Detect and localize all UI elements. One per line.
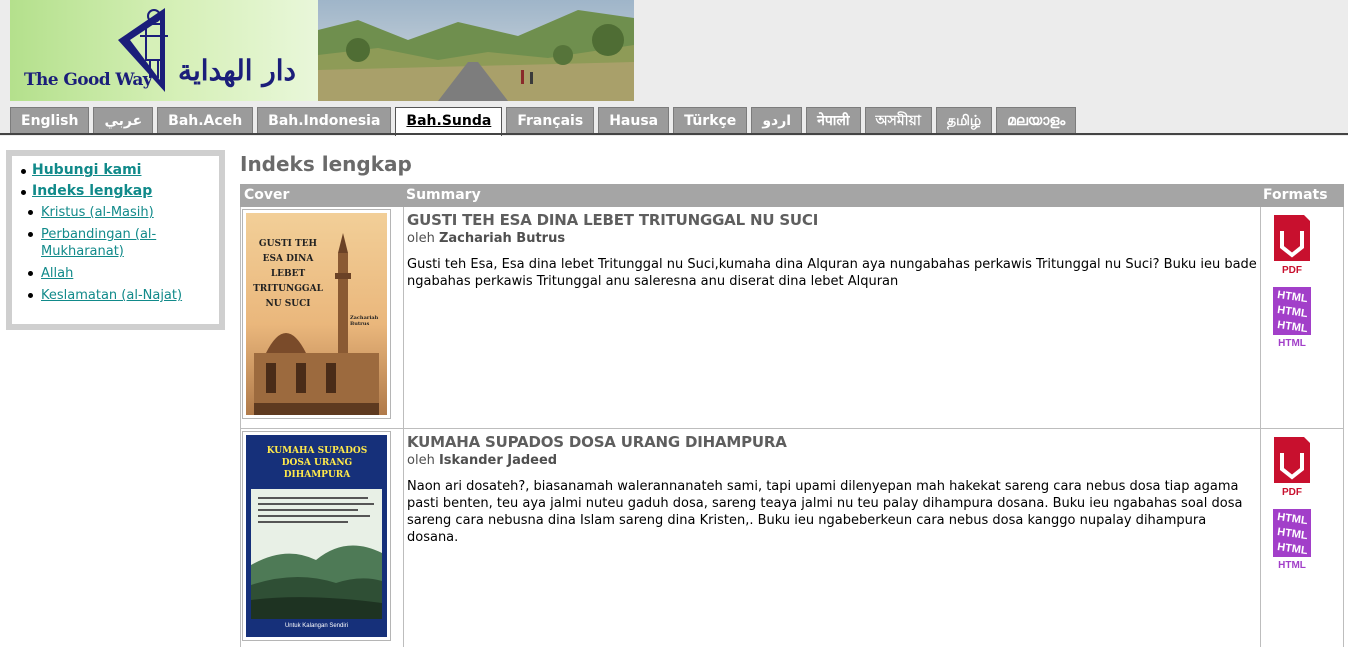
pdf-download-link[interactable]: PDF <box>1272 437 1312 503</box>
tab-nepali[interactable]: नेपाली <box>806 107 861 134</box>
byline-label: oleh <box>407 453 435 468</box>
cover-author-text: Zachariah Butrus <box>350 315 379 327</box>
cover-cell: GUSTI TEH ESA DINA LEBET TRITUNGGAL NU S… <box>241 207 404 428</box>
table-row: GUSTI TEH ESA DINA LEBET TRITUNGGAL NU S… <box>240 207 1344 429</box>
book-description: Gusti teh Esa, Esa dina lebet Tritunggal… <box>407 257 1257 289</box>
formats-cell: PDF HTML HTML HTML HTML <box>1260 207 1344 428</box>
cover-footer-text: Untuk Kalangan Sendiri <box>284 623 349 629</box>
table-row: KUMAHA SUPADOS DOSA URANG DIHAMPURA Untu… <box>240 429 1344 647</box>
sidebar-item-contact: Hubungi kami <box>18 162 213 178</box>
sidebar-link-perbandingan[interactable]: Perbandingan (al-Mukharanat) <box>41 227 156 259</box>
html-label: HTML <box>1278 338 1306 349</box>
logo-text-english: The Good Way <box>24 70 153 90</box>
header-divider <box>0 133 1348 135</box>
book-title[interactable]: KUMAHA SUPADOS DOSA URANG DIHAMPURA <box>407 433 1257 451</box>
html-file-icon: HTML HTML HTML HTML <box>1273 509 1311 571</box>
tab-tamil[interactable]: தமிழ் <box>936 107 993 134</box>
pdf-label: PDF <box>1282 265 1302 276</box>
column-header-cover: Cover <box>244 187 290 203</box>
book-table: Cover Summary Formats GUSTI TEH ESA DINA… <box>240 184 1344 647</box>
sidebar-subitem-keslamatan: Keslamatan (al-Najat) <box>18 287 213 304</box>
tab-malayalam[interactable]: മലയാളം <box>996 107 1077 134</box>
column-header-formats: Formats <box>1263 187 1328 203</box>
tab-aceh[interactable]: Bah.Aceh <box>157 107 254 134</box>
html-view-link[interactable]: HTML HTML HTML HTML <box>1272 509 1312 575</box>
sidebar-subitem-allah: Allah <box>18 265 213 282</box>
cover-title-text: GUSTI TEH ESA DINA LEBET TRITUNGGAL NU S… <box>253 239 323 309</box>
book-summary: GUSTI TEH ESA DINA LEBET TRITUNGGAL NU S… <box>407 211 1257 290</box>
sidebar-link-contact[interactable]: Hubungi kami <box>32 162 141 178</box>
book-summary: KUMAHA SUPADOS DOSA URANG DIHAMPURA oleh… <box>407 433 1257 546</box>
tab-sunda[interactable]: Bah.Sunda <box>395 107 503 136</box>
language-tabs: English عربي Bah.Aceh Bah.Indonesia Bah.… <box>10 107 1077 136</box>
book-byline: oleh Zachariah Butrus <box>407 231 1257 246</box>
sidebar-link-keslamatan[interactable]: Keslamatan (al-Najat) <box>41 288 182 303</box>
sidebar-subitem-perbandingan: Perbandingan (al-Mukharanat) <box>18 226 213 260</box>
pdf-label: PDF <box>1282 487 1302 498</box>
column-header-summary: Summary <box>406 187 481 203</box>
byline-label: oleh <box>407 231 435 246</box>
book-cover[interactable]: GUSTI TEH ESA DINA LEBET TRITUNGGAL NU S… <box>242 209 391 419</box>
book-byline: oleh Iskander Jadeed <box>407 453 1257 468</box>
book-author: Iskander Jadeed <box>438 453 558 468</box>
sidebar-link-kristus[interactable]: Kristus (al-Masih) <box>41 205 154 220</box>
html-label: HTML <box>1278 560 1306 571</box>
book-description: Naon ari dosateh?, biasanamah walerannan… <box>407 479 1243 545</box>
html-file-icon: HTML HTML HTML HTML <box>1273 287 1311 349</box>
pdf-file-icon: PDF <box>1274 437 1310 498</box>
sidebar-item-index: Indeks lengkap <box>18 183 213 199</box>
tab-turkish[interactable]: Türkçe <box>673 107 748 134</box>
tab-assamese[interactable]: অসমীয়া <box>864 107 932 134</box>
sidebar-subitem-kristus: Kristus (al-Masih) <box>18 204 213 221</box>
book-cover[interactable]: KUMAHA SUPADOS DOSA URANG DIHAMPURA Untu… <box>242 431 391 641</box>
tab-indonesia[interactable]: Bah.Indonesia <box>257 107 392 134</box>
page-title: Indeks lengkap <box>240 152 412 176</box>
logo-text-arabic: دار الهداية <box>178 54 297 87</box>
tab-hausa[interactable]: Hausa <box>598 107 670 134</box>
tab-french[interactable]: Français <box>506 107 595 134</box>
tab-english[interactable]: English <box>10 107 90 134</box>
pdf-file-icon: PDF <box>1274 215 1310 276</box>
tab-arabic[interactable]: عربي <box>93 107 154 134</box>
table-header: Cover Summary Formats <box>240 184 1344 207</box>
tab-urdu[interactable]: اردو <box>751 107 803 134</box>
formats-cell: PDF HTML HTML HTML HTML <box>1260 429 1344 647</box>
book-author: Zachariah Butrus <box>438 231 566 246</box>
cover-cell: KUMAHA SUPADOS DOSA URANG DIHAMPURA Untu… <box>241 429 404 647</box>
site-header: The Good Way دار الهداية English عربي Ba… <box>0 0 1348 136</box>
sidebar-menu: Hubungi kami Indeks lengkap Kristus (al-… <box>6 150 225 330</box>
cover-title-text: KUMAHA SUPADOS DOSA URANG DIHAMPURA <box>266 446 368 480</box>
site-logo[interactable]: The Good Way دار الهداية <box>10 0 318 101</box>
banner-landscape-photo <box>318 0 634 101</box>
sidebar-link-index[interactable]: Indeks lengkap <box>32 183 152 199</box>
html-view-link[interactable]: HTML HTML HTML HTML <box>1272 287 1312 353</box>
pdf-download-link[interactable]: PDF <box>1272 215 1312 281</box>
book-title[interactable]: GUSTI TEH ESA DINA LEBET TRITUNGGAL NU S… <box>407 211 1257 229</box>
sidebar-link-allah[interactable]: Allah <box>41 266 73 281</box>
